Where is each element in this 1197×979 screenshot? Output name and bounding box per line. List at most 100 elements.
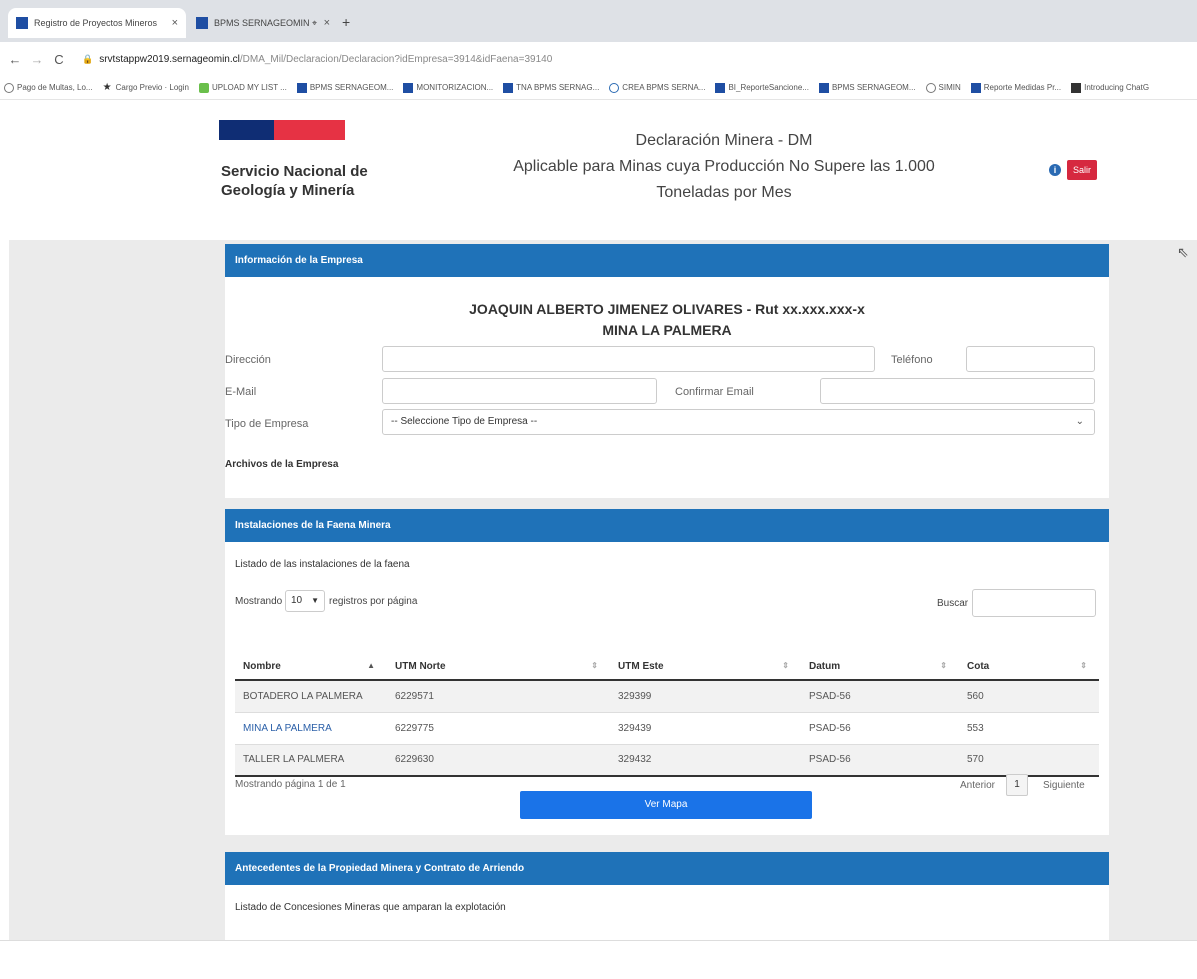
table-header-row: Nombre ▲ UTM Norte ⇕ UTM Este ⇕ Datum ⇕ Cota… <box>235 654 1099 681</box>
search-label: Buscar <box>937 598 969 609</box>
bookmark-item[interactable]: BPMS SERNAGEOM... <box>818 82 916 93</box>
cell-norte: 6229571 <box>387 679 610 712</box>
email-label: E-Mail <box>225 386 257 398</box>
gov-logo-bar <box>219 120 345 140</box>
cell-cota: 560 <box>959 679 1099 712</box>
antecedentes-panel: Antecedentes de la Propiedad Minera y Co… <box>225 852 1109 940</box>
direccion-label: Dirección <box>225 354 271 366</box>
bookmark-item[interactable]: MONITORIZACION... <box>403 82 493 93</box>
sort-icon: ⇕ <box>1080 661 1087 670</box>
page-1-button[interactable]: 1 <box>1006 774 1028 796</box>
lock-icon: 🔒 <box>82 53 94 64</box>
bookmark-label: SIMIN <box>938 83 961 92</box>
cell-norte: 6229630 <box>387 743 610 777</box>
title-line-1: Declaración Minera - DM <box>635 132 813 149</box>
col-datum[interactable]: Datum ⇕ <box>801 654 959 681</box>
site-header: Servicio Nacional de Geología y Minería … <box>9 100 1197 240</box>
bookmark-item[interactable]: Introducing ChatG <box>1071 82 1150 93</box>
tipo-empresa-select[interactable]: -- Seleccione Tipo de Empresa -- ⌄ <box>382 409 1095 435</box>
forward-button[interactable]: → <box>26 52 48 67</box>
bookmark-item[interactable]: ★ Cargo Previo · Login <box>103 82 189 93</box>
sort-asc-icon: ▲ <box>367 661 375 670</box>
bookmark-item[interactable]: Reporte Medidas Pr... <box>970 82 1062 93</box>
prev-page-button[interactable]: Anterior <box>960 780 995 791</box>
favicon-icon <box>16 17 28 29</box>
search-input[interactable] <box>972 589 1096 617</box>
bookmark-label: Cargo Previo · Login <box>115 83 189 92</box>
cell-datum: PSAD-56 <box>801 743 959 777</box>
bpms-icon <box>503 82 514 93</box>
col-nombre[interactable]: Nombre ▲ <box>235 654 387 681</box>
org-name: Servicio Nacional de Geología y Minería <box>221 163 368 199</box>
email-input[interactable] <box>382 378 657 404</box>
tipo-empresa-value: -- Seleccione Tipo de Empresa -- <box>391 416 538 427</box>
sort-icon: ⇕ <box>940 661 947 670</box>
next-page-button[interactable]: Siguiente <box>1043 780 1085 791</box>
bookmark-item[interactable]: SIMIN <box>925 82 961 93</box>
bpms-icon <box>403 82 414 93</box>
show-prefix: Mostrando <box>235 596 283 607</box>
show-suffix: registros por página <box>329 596 418 607</box>
page-length-value: 10 <box>291 595 303 606</box>
address-bar[interactable]: 🔒 srvtstappw2019.sernageomin.cl/DMA_Mil/… <box>82 48 552 70</box>
antecedentes-panel-title: Antecedentes de la Propiedad Minera y Co… <box>225 852 1109 885</box>
close-tab-icon[interactable]: × <box>324 17 330 29</box>
bookmark-label: Introducing ChatG <box>1084 83 1150 92</box>
bookmarks-bar: Pago de Multas, Lo... ★ Cargo Previo · Lo… <box>0 76 1197 100</box>
cell-cota: 553 <box>959 711 1099 744</box>
tab-bpms[interactable]: BPMS SERNAGEOMIN ⌖ × <box>188 8 338 38</box>
tab-registro-proyectos[interactable]: Registro de Proyectos Mineros × <box>8 8 186 38</box>
instalaciones-table: Nombre ▲ UTM Norte ⇕ UTM Este ⇕ Datum ⇕ Cota… <box>235 654 1099 777</box>
bookmark-item[interactable]: BPMS SERNAGEOM... <box>296 82 394 93</box>
confirm-email-label: Confirmar Email <box>675 386 754 398</box>
bookmark-item[interactable]: UPLOAD MY LIST ... <box>198 82 287 93</box>
footer-strip <box>0 940 1197 979</box>
page-info: Mostrando página 1 de 1 <box>235 779 346 790</box>
info-icon[interactable]: i <box>1049 164 1061 176</box>
empresa-panel: Información de la Empresa JOAQUIN ALBERT… <box>225 244 1109 498</box>
telefono-input[interactable] <box>966 346 1095 372</box>
sort-icon: ⇕ <box>591 661 598 670</box>
bookmark-item[interactable]: TNA BPMS SERNAG... <box>503 82 599 93</box>
reload-button[interactable]: C <box>48 52 70 67</box>
new-tab-button[interactable]: + <box>342 14 350 30</box>
cell-este: 329439 <box>610 711 801 744</box>
chevron-down-icon: ▼ <box>311 596 319 605</box>
exit-button[interactable]: Salir <box>1067 160 1097 180</box>
tab-label: Registro de Proyectos Mineros <box>34 18 158 28</box>
page-length-select[interactable]: 10 ▼ <box>285 590 325 612</box>
col-utm-este[interactable]: UTM Este ⇕ <box>610 654 801 681</box>
browser-tab-bar: Registro de Proyectos Mineros × BPMS SER… <box>0 0 1197 42</box>
table-row[interactable]: BOTADERO LA PALMERA 6229571 329399 PSAD-… <box>235 679 1099 712</box>
table-row[interactable]: TALLER LA PALMERA 6229630 329432 PSAD-56… <box>235 743 1099 777</box>
instalaciones-panel: Instalaciones de la Faena Minera Listado… <box>225 509 1109 835</box>
bookmark-label: Pago de Multas, Lo... <box>17 83 93 92</box>
back-button[interactable]: ← <box>4 52 26 67</box>
table-row[interactable]: MINA LA PALMERA 6229775 329439 PSAD-56 5… <box>235 711 1099 744</box>
favicon-icon <box>196 17 208 29</box>
direccion-input[interactable] <box>382 346 875 372</box>
ver-mapa-button[interactable]: Ver Mapa <box>520 791 812 819</box>
owner-line: JOAQUIN ALBERTO JIMENEZ OLIVARES - Rut x… <box>469 301 865 317</box>
bookmark-label: BPMS SERNAGEOM... <box>831 83 916 92</box>
col-cota[interactable]: Cota ⇕ <box>959 654 1099 681</box>
mine-line: MINA LA PALMERA <box>602 322 732 338</box>
cell-norte: 6229775 <box>387 711 610 744</box>
tipo-empresa-label: Tipo de Empresa <box>225 418 309 430</box>
bookmark-label: BPMS SERNAGEOM... <box>309 83 394 92</box>
col-utm-norte[interactable]: UTM Norte ⇕ <box>387 654 610 681</box>
bookmark-label: Reporte Medidas Pr... <box>983 83 1062 92</box>
concesiones-list-title: Listado de Concesiones Mineras que ampar… <box>235 902 506 913</box>
close-tab-icon[interactable]: × <box>172 17 178 29</box>
page-title: Declaración Minera - DM Aplicable para M… <box>464 128 984 206</box>
bookmark-label: UPLOAD MY LIST ... <box>211 83 287 92</box>
archivos-label: Archivos de la Empresa <box>225 459 339 470</box>
bookmark-item[interactable]: Pago de Multas, Lo... <box>4 82 93 93</box>
empresa-panel-title: Información de la Empresa <box>225 244 1109 277</box>
bpms-icon <box>715 82 726 93</box>
cell-este: 329432 <box>610 743 801 777</box>
confirm-email-input[interactable] <box>820 378 1095 404</box>
cell-nombre: TALLER LA PALMERA <box>235 743 387 777</box>
bookmark-item[interactable]: BI_ReporteSancione... <box>715 82 809 93</box>
bookmark-item[interactable]: CREA BPMS SERNA... <box>609 82 705 93</box>
